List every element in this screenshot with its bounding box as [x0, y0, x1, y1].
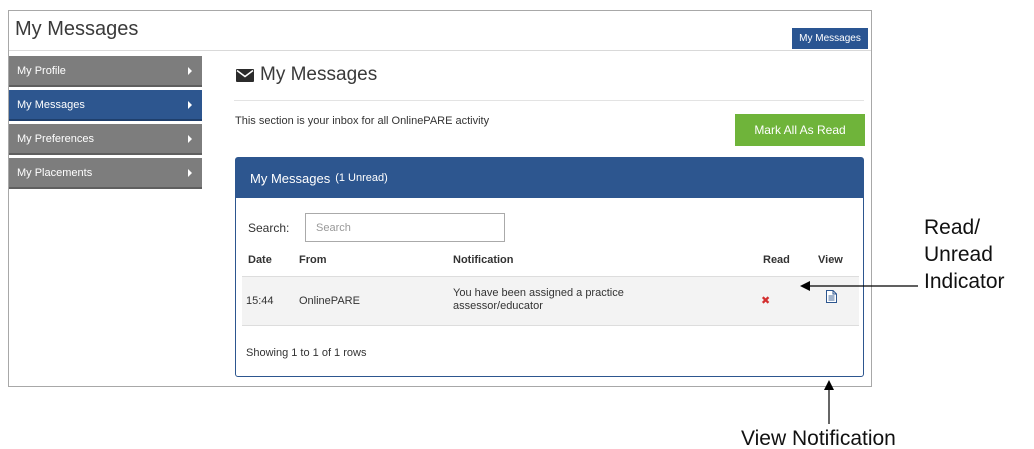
arrowhead-read-indicator — [800, 281, 810, 291]
annotation-line: Indicator — [924, 270, 1005, 293]
annotation-line: Read/ — [924, 216, 981, 239]
annotation-read-unread-indicator: Read/ Unread Indicator — [924, 214, 1005, 295]
annotation-arrows — [800, 281, 918, 424]
annotation-line: Unread — [924, 243, 993, 266]
arrowhead-view-notification — [824, 380, 834, 390]
annotation-view-notification: View Notification — [741, 427, 896, 449]
